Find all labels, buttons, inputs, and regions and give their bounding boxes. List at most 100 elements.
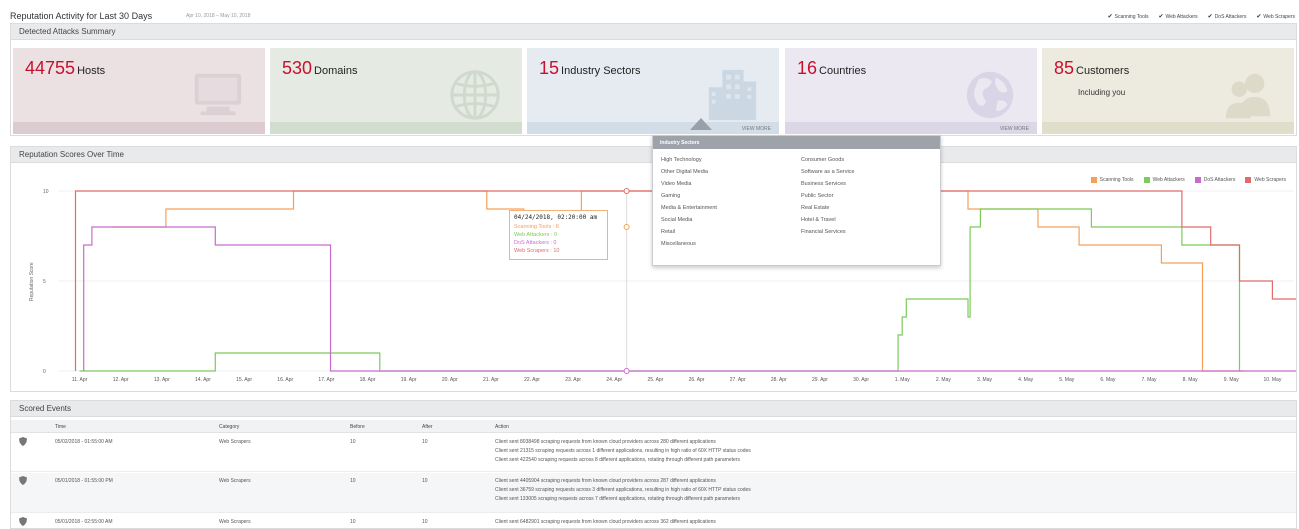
x-tick-label: 25. Apr xyxy=(648,377,664,383)
table-row[interactable]: 05/01/2018 - 01:55:00 PM Web Scrapers 10… xyxy=(11,473,1296,513)
x-tick-label: 14. Apr xyxy=(195,377,211,383)
domains-count: 530 xyxy=(282,58,313,78)
sector-list-right: Consumer Goods Software as a Service Busin… xyxy=(801,154,941,250)
popover-pointer xyxy=(690,118,712,130)
x-tick-label: 17. Apr xyxy=(318,377,334,383)
sector-item[interactable]: Social Media xyxy=(661,214,801,226)
domains-card[interactable]: 530 Domains xyxy=(270,48,522,134)
event-time: 05/02/2018 - 01:55:00 AM xyxy=(55,439,113,445)
check-icon: ✔ xyxy=(1207,14,1213,20)
sector-item[interactable]: Other Digital Media xyxy=(661,166,801,178)
hover-marker xyxy=(623,188,630,194)
sector-item[interactable]: Gaming xyxy=(661,190,801,202)
panel-title: Detected Attacks Summary xyxy=(11,24,1296,40)
action-line: Client sent 4405904 scraping requests fr… xyxy=(495,478,716,484)
shield-icon xyxy=(19,476,27,485)
column-header-category[interactable]: Category xyxy=(219,424,239,430)
event-before: 10 xyxy=(350,439,356,445)
event-actions: Client sent 8038498 scraping requests fr… xyxy=(495,438,751,465)
customers-card[interactable]: 85 Customers Including you xyxy=(1042,48,1294,134)
event-category: Web Scrapers xyxy=(219,519,251,525)
hover-marker xyxy=(623,368,630,374)
column-header-after[interactable]: After xyxy=(422,424,433,430)
x-tick-label: 11. Apr xyxy=(72,377,88,383)
event-after: 10 xyxy=(422,519,428,525)
customers-label: Customers xyxy=(1076,65,1130,77)
table-row[interactable]: 05/01/2018 - 02:55:00 AM Web Scrapers 10… xyxy=(11,514,1296,529)
sector-item[interactable]: Retail xyxy=(661,226,801,238)
sector-item[interactable]: Software as a Service xyxy=(801,166,941,178)
buildings-icon xyxy=(708,69,757,121)
event-after: 10 xyxy=(422,439,428,445)
x-tick-label: 19. Apr xyxy=(401,377,417,383)
column-header-before[interactable]: Before xyxy=(350,424,365,430)
x-tick-label: 13. Apr xyxy=(154,377,170,383)
x-tick-label: 4. May xyxy=(1018,377,1034,383)
y-tick-label: 0 xyxy=(43,369,46,375)
countries-count: 16 xyxy=(797,58,818,78)
sector-item[interactable]: Hotel & Travel xyxy=(801,214,941,226)
sectors-count: 15 xyxy=(539,58,560,78)
action-line: Client sent 133005 scraping requests acr… xyxy=(495,496,740,502)
view-more-countries-link[interactable]: VIEW MORE xyxy=(1000,126,1029,132)
action-line: Client sent 36759 scraping requests acro… xyxy=(495,487,751,493)
countries-card[interactable]: 16 Countries VIEW MORE xyxy=(785,48,1037,134)
sector-item[interactable]: Media & Entertainment xyxy=(661,202,801,214)
sector-item[interactable]: Business Services xyxy=(801,178,941,190)
x-tick-label: 15. Apr xyxy=(236,377,252,383)
tooltip-line: Web Attackers : 0 xyxy=(514,232,558,238)
toggle-web-scrapers[interactable]: ✔ Web Scrapers xyxy=(1256,13,1295,21)
event-actions: Client sent 4405904 scraping requests fr… xyxy=(495,477,751,504)
x-tick-label: 7. May xyxy=(1142,377,1158,383)
toggle-web-attackers[interactable]: ✔ Web Attackers xyxy=(1158,13,1197,21)
event-before: 10 xyxy=(350,519,356,525)
check-icon: ✔ xyxy=(1158,14,1164,20)
series-toggles: ✔ Scanning Tools ✔ Web Attackers ✔ DoS Atta… xyxy=(1107,13,1295,21)
sector-item[interactable]: Real Estate xyxy=(801,202,941,214)
globe-icon xyxy=(450,70,500,120)
tooltip-line: Web Scrapers : 10 xyxy=(514,248,560,254)
hosts-label: Hosts xyxy=(77,65,106,77)
sector-item[interactable]: High Technology xyxy=(661,154,801,166)
view-more-sectors-link[interactable]: VIEW MORE xyxy=(742,126,771,132)
industry-sectors-card[interactable]: 15 Industry Sectors VIEW MORE xyxy=(527,48,779,134)
x-tick-label: 27. Apr xyxy=(730,377,746,383)
event-after: 10 xyxy=(422,478,428,484)
sector-item[interactable]: Miscellaneous xyxy=(661,238,801,250)
action-line: Client sent 8038498 scraping requests fr… xyxy=(495,439,716,445)
sectors-label: Industry Sectors xyxy=(561,65,641,77)
table-header: Time Category Before After Action xyxy=(11,420,1296,433)
tooltip-line: DoS Attackers : 0 xyxy=(514,240,557,246)
customers-subtext: Including you xyxy=(1078,88,1126,97)
sector-item[interactable]: Video Media xyxy=(661,178,801,190)
domains-label: Domains xyxy=(314,65,358,77)
x-tick-label: 12. Apr xyxy=(113,377,129,383)
shield-icon xyxy=(19,437,27,446)
event-time: 05/01/2018 - 01:55:00 PM xyxy=(55,478,113,484)
action-line: Client sent 6482901 scraping requests fr… xyxy=(495,519,716,525)
scored-events-panel: Scored Events Time Category Before After… xyxy=(10,400,1297,529)
toggle-scanning-tools[interactable]: ✔ Scanning Tools xyxy=(1107,13,1149,21)
x-tick-label: 6. May xyxy=(1100,377,1116,383)
hosts-card[interactable]: 44755 Hosts xyxy=(13,48,265,134)
x-tick-label: 1. May xyxy=(895,377,911,383)
x-tick-label: 18. Apr xyxy=(360,377,376,383)
date-range: Apr 10, 2018 – May 10, 2018 xyxy=(186,13,251,19)
toggle-dos-attackers[interactable]: ✔ DoS Attackers xyxy=(1207,13,1247,21)
x-tick-label: 5. May xyxy=(1059,377,1075,383)
users-icon xyxy=(1225,73,1271,119)
sector-list-left: High Technology Other Digital Media Video … xyxy=(661,154,801,250)
x-tick-label: 16. Apr xyxy=(277,377,293,383)
sector-item[interactable]: Financial Services xyxy=(801,226,941,238)
x-tick-label: 24. Apr xyxy=(606,377,622,383)
check-icon: ✔ xyxy=(1107,14,1113,20)
column-header-time[interactable]: Time xyxy=(55,424,66,430)
x-tick-label: 10. May xyxy=(1264,377,1282,383)
x-tick-label: 23. Apr xyxy=(565,377,581,383)
column-header-action[interactable]: Action xyxy=(495,424,509,430)
table-row[interactable]: 05/02/2018 - 01:55:00 AM Web Scrapers 10… xyxy=(11,434,1296,472)
customers-count: 85 xyxy=(1054,58,1075,78)
sector-item[interactable]: Consumer Goods xyxy=(801,154,941,166)
hosts-count: 44755 xyxy=(25,58,76,78)
sector-item[interactable]: Public Sector xyxy=(801,190,941,202)
